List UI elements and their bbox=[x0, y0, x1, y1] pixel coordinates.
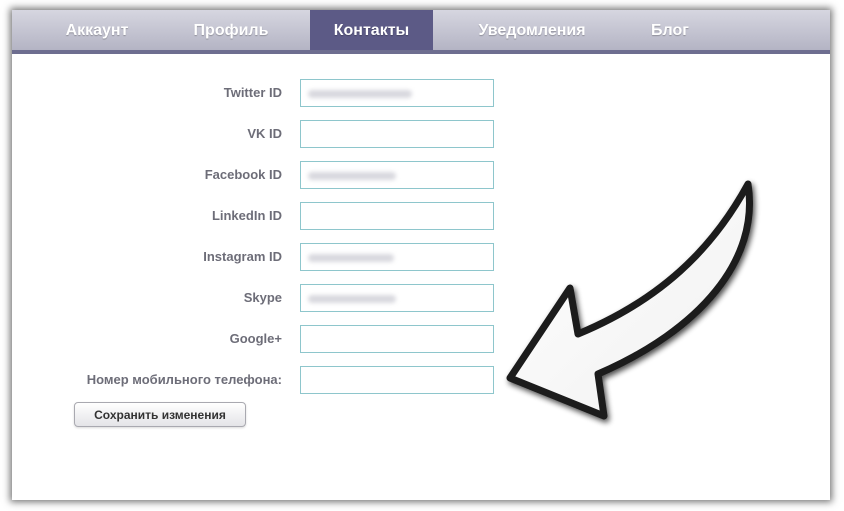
curved-arrow-icon bbox=[506, 180, 753, 420]
